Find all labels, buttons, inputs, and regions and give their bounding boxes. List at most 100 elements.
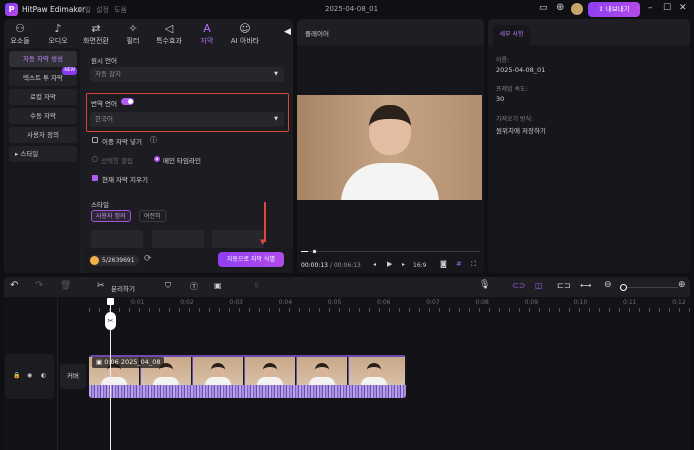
style-tab-custom[interactable]: 사용자 정의 [91, 210, 131, 222]
clear-subtitle-label: 현재 자막 지우기 [102, 176, 148, 184]
subtitle-icon: A [203, 22, 211, 35]
info-icon[interactable]: ⓘ [150, 135, 157, 145]
tab-transition[interactable]: ⇄ 화면전환 [78, 22, 114, 46]
app-logo: P [5, 3, 18, 16]
minimize-button[interactable]: – [648, 3, 653, 13]
subtitle-sidebar: 자동 자막 생성 텍스트 투 자막 NEW 로컬 자막 수동 자막 사용자 정의 … [5, 48, 80, 273]
main-timeline-radio[interactable] [154, 156, 160, 162]
tab-filter[interactable]: ✧ 필터 [115, 22, 151, 46]
import-value: 원위치에 저장하기 [496, 127, 546, 135]
avatar[interactable] [571, 3, 583, 15]
lock-icon[interactable]: 🔒 [13, 372, 20, 379]
scissors-icon[interactable]: ✂ [97, 281, 105, 291]
sidebar-item-local[interactable]: 로컬 자막 [9, 89, 77, 105]
ruler-tick-label: 0:01 [131, 299, 145, 306]
visibility-icon[interactable]: ◉ [27, 372, 32, 379]
mute-icon[interactable]: ◐ [41, 372, 46, 379]
ruler-tick-label: 0:04 [278, 299, 293, 306]
playhead-handle[interactable] [107, 298, 114, 305]
progress-handle[interactable] [312, 249, 317, 254]
text-icon[interactable]: Ⓣ [190, 281, 198, 292]
selected-clip-radio[interactable] [92, 156, 98, 162]
collapse-arrow-icon[interactable]: ◀ [284, 27, 291, 37]
video-preview [297, 95, 482, 200]
redo-icon[interactable]: ↷ [35, 280, 43, 291]
timeline-ruler[interactable] [89, 308, 690, 312]
dual-subtitle-checkbox[interactable] [92, 137, 98, 143]
tab-effects[interactable]: ◁ 특수효과 [151, 22, 187, 46]
fullscreen-icon[interactable]: ⛶ [471, 260, 476, 269]
export-icon: ⇪ [598, 5, 606, 13]
refresh-icon[interactable]: ⟳ [144, 254, 152, 264]
magnet-icon[interactable]: ◫ [535, 281, 543, 290]
transition-icon: ⇄ [91, 22, 101, 35]
ruler-tick-label: 0:02 [180, 299, 194, 306]
translate-language-label: 번역 언어 [91, 100, 117, 108]
translate-toggle[interactable] [121, 98, 134, 105]
clear-subtitle-checkbox[interactable] [92, 175, 98, 181]
split-track-icon[interactable]: ⊏⊐ [557, 281, 570, 290]
snapshot-icon[interactable]: ◙ [440, 260, 447, 268]
aspect-ratio-select[interactable]: 16:9 [413, 262, 426, 269]
auto-identify-subtitles-button[interactable]: 자동으로 자막 식별 [218, 252, 284, 267]
cover-button[interactable]: 커버 [60, 364, 86, 389]
microphone-icon[interactable]: 🎙 [479, 280, 490, 290]
export-clip-icon[interactable]: ⇪ [253, 281, 260, 290]
tab-elements[interactable]: ⚇ 요소들 [2, 22, 38, 46]
grid-icon[interactable]: # [456, 260, 462, 268]
menu-help[interactable]: 도움 [114, 5, 127, 15]
name-value: 2025-04-08_01 [496, 66, 546, 74]
credits-badge: 5/2639691 [89, 255, 139, 266]
ruler-tick-label: 0:12 [672, 299, 686, 306]
style-preset-1[interactable] [91, 230, 143, 250]
menu-settings[interactable]: 설정 [96, 5, 109, 15]
sidebar-item-auto[interactable]: 자동 자막 생성 [9, 51, 77, 67]
style-preset-2[interactable] [152, 230, 204, 250]
zoom-slider[interactable] [620, 284, 678, 291]
maximize-button[interactable]: ☐ [663, 3, 671, 13]
red-arrow-annotation [264, 202, 266, 242]
elements-icon: ⚇ [15, 22, 25, 35]
ruler-tick-label: 0:10 [573, 299, 588, 306]
sidebar-item-text-to-subtitle[interactable]: 텍스트 투 자막 NEW [9, 67, 77, 86]
split-button[interactable]: 분리하기 [111, 283, 135, 293]
tab-details[interactable]: 세부 사항 [493, 25, 530, 45]
fit-icon[interactable]: ⟷ [580, 281, 591, 290]
ai-subtitle-icon[interactable]: ▣ [214, 281, 222, 290]
link-icon[interactable]: ⊂⊃ [512, 281, 525, 290]
source-language-select[interactable]: 자동 감지 ▼ [90, 67, 284, 82]
zoom-in-icon[interactable]: ⊕ [678, 280, 686, 290]
undo-icon[interactable]: ↶ [10, 280, 18, 291]
play-icon[interactable]: ▶ [387, 260, 392, 268]
player-header: 플레이어 [297, 19, 484, 45]
sidebar-item-style[interactable]: ▸ 스타일 [9, 146, 77, 162]
delete-icon[interactable]: 🗑 [60, 281, 71, 291]
feedback-icon[interactable]: ▭ [539, 3, 548, 13]
export-button[interactable]: ⇪ 내보내기 [588, 2, 640, 17]
effects-icon: ◁ [164, 22, 174, 35]
marker-icon[interactable]: ⛉ [165, 281, 171, 291]
tab-audio[interactable]: ♪ 오디오 [40, 22, 76, 46]
menu-file[interactable]: 파일 [78, 5, 91, 15]
next-frame-icon[interactable]: ▸ [402, 261, 405, 268]
track-header-divider [57, 297, 58, 450]
tab-subtitle[interactable]: A 자막 [189, 22, 225, 46]
ruler-tick-label: 0:03 [229, 299, 243, 306]
split-scissors-icon[interactable]: ✂ [105, 312, 116, 330]
download-icon[interactable]: ⊕ [556, 2, 564, 13]
playback-progress[interactable] [301, 249, 480, 254]
sidebar-item-manual[interactable]: 수동 자막 [9, 108, 77, 124]
clip-label: ▣ 0:06 2025_04_08 [92, 357, 165, 368]
current-time: 00:00:13 [301, 262, 328, 269]
sidebar-item-custom[interactable]: 사용자 정의 [9, 127, 77, 143]
tab-ai-avatar[interactable]: ☺ AI 아바타 [227, 22, 263, 46]
zoom-out-icon[interactable]: ⊖ [604, 280, 612, 290]
close-button[interactable]: ✕ [679, 3, 687, 13]
track-controls: 🔒 ◉ ◐ [5, 354, 54, 399]
translate-language-select[interactable]: 한국어 ▼ [90, 112, 284, 127]
ruler-tick-label: 0:08 [475, 299, 489, 306]
style-tab-still[interactable]: 여전히 [139, 210, 166, 222]
style-preset-3[interactable] [212, 230, 264, 250]
previous-frame-icon[interactable]: ◂ [373, 261, 376, 268]
title-bar: P HitPaw Edimakor 파일 설정 도움 2025-04-08_01… [0, 0, 694, 19]
